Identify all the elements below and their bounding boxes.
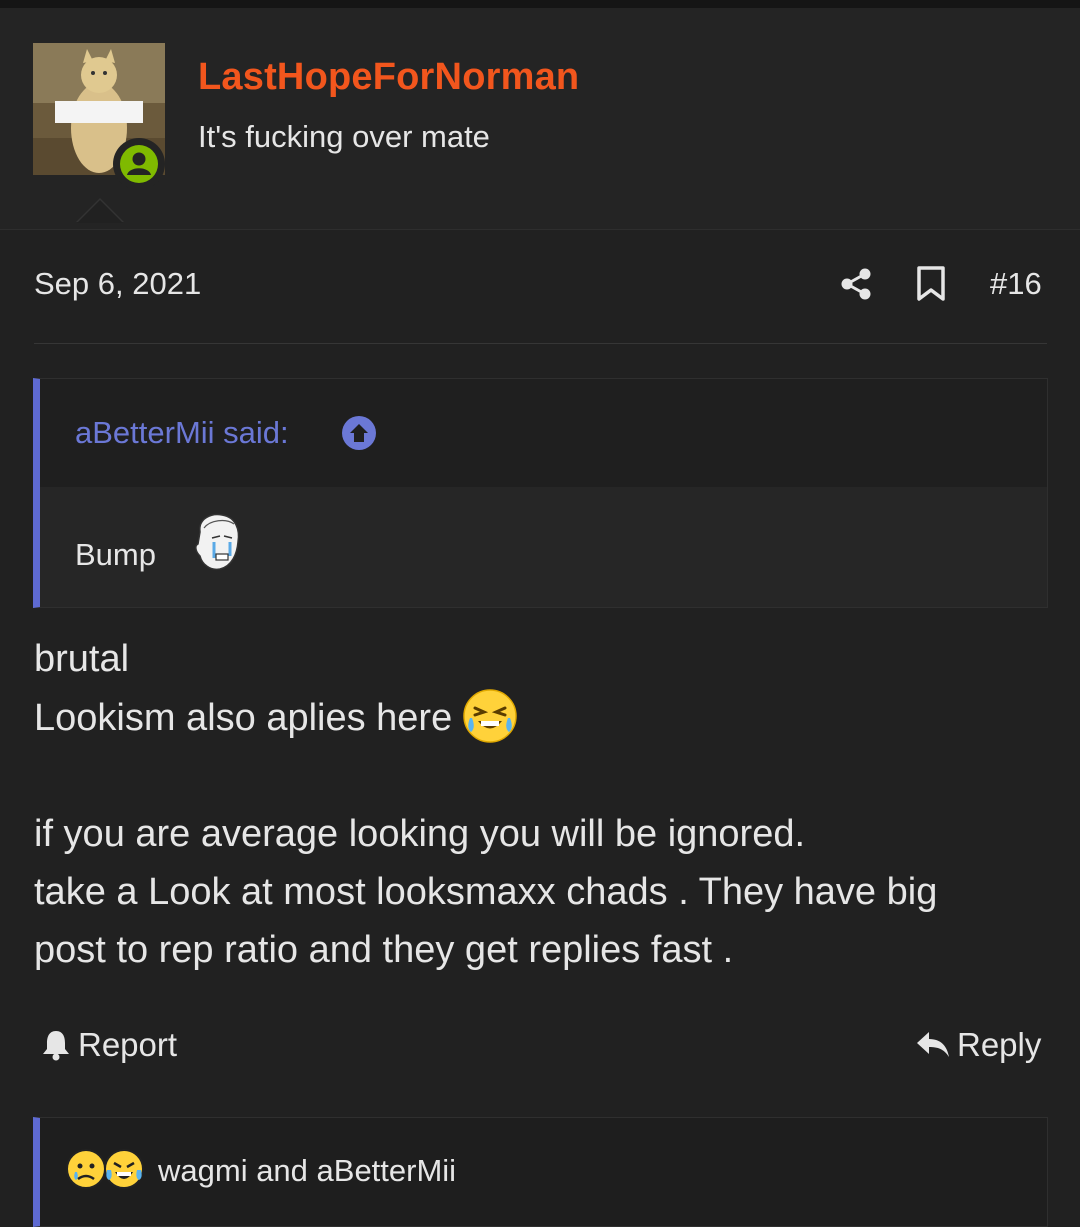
reactions-bar[interactable]: wagmi and aBetterMii xyxy=(33,1117,1048,1227)
post-date[interactable]: Sep 6, 2021 xyxy=(34,266,201,302)
divider xyxy=(34,343,1047,344)
laughing-tears-emoji-icon xyxy=(463,689,517,743)
online-status-badge xyxy=(113,138,165,190)
bell-icon xyxy=(43,1031,69,1061)
top-strip xyxy=(0,0,1080,8)
share-icon[interactable] xyxy=(838,266,874,302)
quote-author[interactable]: aBetterMii said: xyxy=(75,415,289,451)
reply-button[interactable]: Reply xyxy=(915,1026,1041,1064)
post-number[interactable]: #16 xyxy=(990,266,1042,302)
user-title: It's fucking over mate xyxy=(198,119,490,154)
username[interactable]: LastHopeForNorman xyxy=(198,56,579,99)
crying-wojak-icon xyxy=(195,513,240,571)
report-button[interactable]: Report xyxy=(40,1026,177,1064)
bookmark-icon[interactable] xyxy=(914,266,948,302)
quote-text: Bump xyxy=(75,537,156,572)
quote-block: aBetterMii said: Bump xyxy=(33,378,1048,608)
crying-laughing-emoji-icon xyxy=(104,1149,144,1189)
reaction-icons xyxy=(65,1148,144,1190)
post-line: Lookism also aplies here xyxy=(34,688,937,747)
post-line: post to rep ratio and they get replies f… xyxy=(34,929,734,971)
reply-arrow-icon xyxy=(917,1032,949,1057)
user-header: LastHopeForNorman It's fucking over mate xyxy=(0,8,1080,230)
sad-face-emoji-icon xyxy=(66,1149,106,1189)
reply-label: Reply xyxy=(957,1026,1042,1063)
user-online-icon xyxy=(120,145,158,183)
post-body: brutal Lookism also aplies here if you a… xyxy=(34,630,937,979)
post-line: if you are average looking you will be i… xyxy=(34,813,806,855)
post-line-text: Lookism also aplies here xyxy=(34,697,453,739)
post-line: brutal xyxy=(34,638,130,680)
report-label: Report xyxy=(78,1026,178,1063)
arrow-up-circle-icon[interactable] xyxy=(341,415,377,451)
post-line: take a Look at most looksmaxx chads . Th… xyxy=(34,871,938,913)
reaction-users[interactable]: wagmi and aBetterMii xyxy=(158,1153,456,1189)
post-line xyxy=(34,747,937,805)
